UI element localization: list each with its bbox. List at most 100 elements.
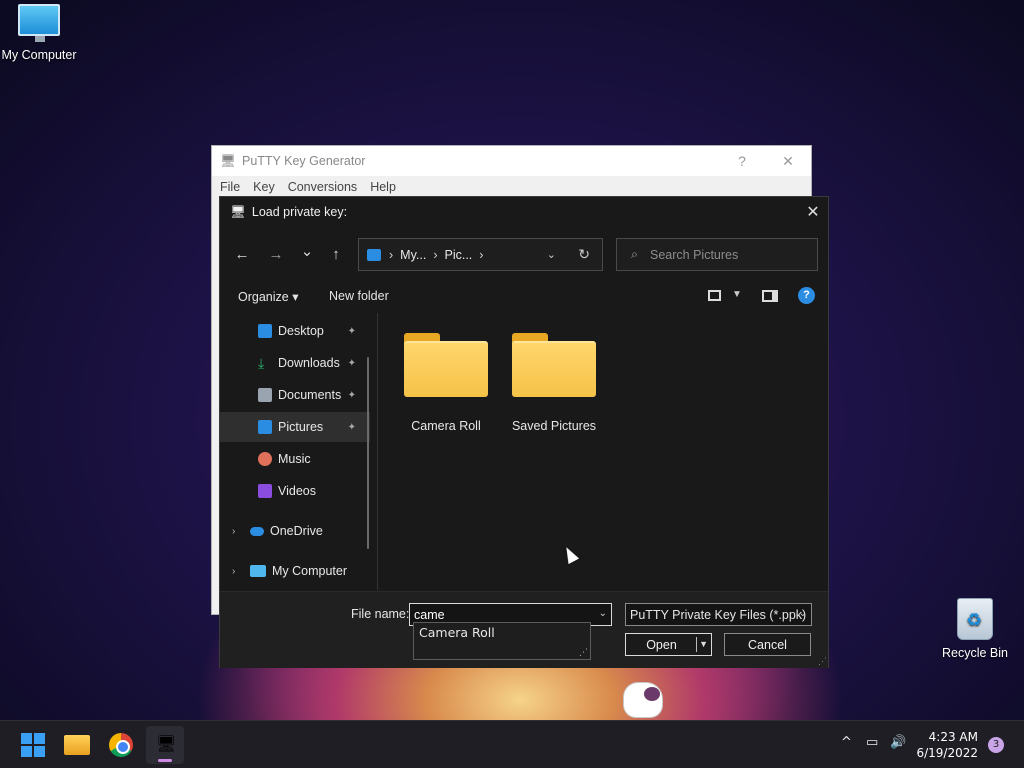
expand-chevron-icon[interactable]: › [232,566,235,577]
view-dropdown-icon[interactable]: ▼ [732,289,742,300]
chevron-right-icon: › [433,247,438,262]
chevron-down-icon[interactable]: ⌄ [799,608,807,619]
cancel-button[interactable]: Cancel [724,633,811,656]
show-hidden-icons-chevron-icon[interactable]: ^ [841,735,852,750]
pin-icon: ✦ [347,357,356,369]
recent-locations-chevron-icon[interactable]: ⌄ [297,242,317,260]
desktop-icon-recycle-bin[interactable]: ♻ Recycle Bin [935,598,1015,660]
menu-file[interactable]: File [220,180,240,194]
menu-help[interactable]: Help [370,180,396,194]
resize-grip-icon[interactable]: ⋰ [579,648,588,658]
chrome-icon[interactable] [109,733,133,757]
folder-icon [404,333,488,397]
notification-badge[interactable]: 3 [988,737,1004,753]
desktop-icon [258,324,272,338]
nav-item-documents[interactable]: Documents ✦ [220,380,370,410]
breadcrumb-my-computer[interactable]: My... [400,248,426,262]
desktop-icon-label: Recycle Bin [942,646,1008,660]
search-placeholder: Search Pictures [650,247,739,262]
documents-icon [258,388,272,402]
load-private-key-dialog: 🖥 Load private key: ✕ ← → ⌄ ↑ › My... › … [219,196,829,668]
folder-label: Saved Pictures [511,419,597,433]
chevron-down-icon[interactable]: ⌄ [599,608,607,619]
putty-icon: 🖥 [220,154,236,168]
command-bar: Organize ▾ New folder ▼ ? [220,285,828,307]
volume-icon[interactable]: 🔊 [890,735,906,750]
nav-item-label: Pictures [278,420,324,434]
organize-button[interactable]: Organize ▾ [238,289,298,304]
refresh-icon[interactable]: ↻ [578,246,590,263]
autocomplete-dropdown: Camera Roll ⋰ [413,622,591,660]
download-icon: ⤓ [258,355,265,371]
view-icon[interactable] [708,290,721,301]
nav-item-desktop[interactable]: Desktop ✦ [220,316,370,346]
putty-taskbar-button[interactable]: 🖥 [146,726,184,764]
open-button[interactable]: Open ▼ [625,633,712,656]
dialog-title-bar: 🖥 Load private key: ✕ [220,197,828,227]
dialog-title: Load private key: [251,205,348,219]
desktop-icon-my-computer[interactable]: My Computer [0,4,79,62]
pin-icon: ✦ [347,389,356,401]
folder-camera-roll[interactable]: Camera Roll [396,333,496,433]
nav-pane-scrollbar[interactable] [367,357,369,549]
help-button[interactable]: ? [719,153,765,170]
desktop-icon-label: My Computer [1,48,77,62]
taskbar: 🖥 ^ ▭ 🔊 4:23 AM 6/19/2022 3 [0,720,1024,768]
nav-item-pictures[interactable]: Pictures ✦ [220,412,370,442]
new-folder-button[interactable]: New folder [329,289,389,303]
desktop-pet-sheep-icon[interactable] [624,683,662,717]
menu-conversions[interactable]: Conversions [288,180,357,194]
help-icon[interactable]: ? [798,287,815,304]
folder-icon [512,333,596,397]
address-bar[interactable]: › My... › Pic... › ⌄ ↻ [358,238,603,271]
search-input[interactable]: ⌕ Search Pictures [616,238,818,271]
file-name-value: came [414,607,445,622]
folder-saved-pictures[interactable]: Saved Pictures [504,333,604,433]
dialog-close-button[interactable]: ✕ [798,202,828,222]
file-type-select[interactable]: PuTTY Private Key Files (*.ppk) ⌄ [625,603,812,626]
clock-date: 6/19/2022 [916,746,978,760]
address-dropdown-icon[interactable]: ⌄ [547,248,556,261]
chevron-right-icon: › [479,247,484,262]
computer-icon [18,4,60,42]
file-list: Camera Roll Saved Pictures [378,313,828,590]
navigation-row: ← → ⌄ ↑ › My... › Pic... › ⌄ ↻ ⌕ Search … [220,238,828,271]
expand-chevron-icon[interactable]: › [232,526,235,537]
network-icon[interactable]: ▭ [866,735,878,750]
pictures-icon [258,420,272,434]
clock-time: 4:23 AM [928,730,978,744]
nav-item-music[interactable]: Music [220,444,370,474]
nav-item-videos[interactable]: Videos [220,476,370,506]
file-explorer-icon[interactable] [64,735,90,755]
nav-item-my-computer[interactable]: › My Computer [220,556,370,586]
start-button[interactable] [21,733,47,757]
breadcrumb-pictures[interactable]: Pic... [445,248,473,262]
cloud-icon [250,526,264,536]
menu-key[interactable]: Key [253,180,275,194]
pin-icon: ✦ [347,421,356,433]
nav-item-onedrive[interactable]: › OneDrive [220,516,370,546]
nav-item-label: Music [278,452,311,466]
music-icon [258,452,272,466]
close-button[interactable]: ✕ [765,153,811,170]
forward-arrow-icon[interactable]: → [266,246,286,263]
nav-item-label: Videos [278,484,316,498]
preview-pane-icon[interactable] [762,290,778,302]
open-dropdown-icon[interactable]: ▼ [699,639,708,649]
resize-grip-icon[interactable]: ⋰ [818,656,827,667]
clock[interactable]: 4:23 AM 6/19/2022 [916,729,978,761]
nav-item-downloads[interactable]: ⤓ Downloads ✦ [220,348,370,378]
file-type-value: PuTTY Private Key Files (*.ppk) [630,607,807,622]
file-name-label: File name: [351,607,410,621]
menu-bar: File Key Conversions Help [212,176,811,198]
open-label: Open [646,637,677,652]
window-title: PuTTY Key Generator [242,154,366,168]
folder-label: Camera Roll [411,419,481,433]
computer-icon [250,565,266,577]
pin-icon: ✦ [347,325,356,337]
autocomplete-item[interactable]: Camera Roll [419,625,590,640]
split-divider [696,637,697,652]
back-arrow-icon[interactable]: ← [232,246,252,263]
up-arrow-icon[interactable]: ↑ [326,246,346,263]
nav-item-label: Documents [278,388,342,402]
